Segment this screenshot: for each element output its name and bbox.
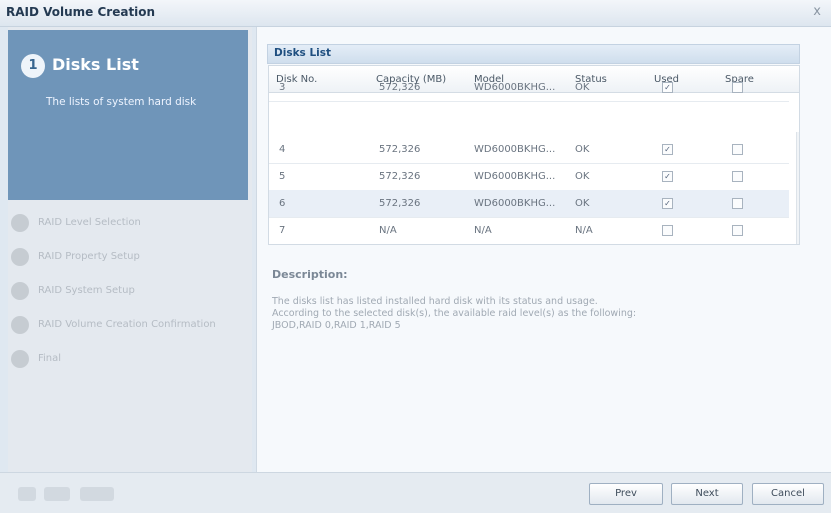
wizard-steps-panel: 1 Disks List The lists of system hard di… [8, 27, 252, 472]
footer-icon [18, 487, 36, 501]
spare-checkbox[interactable] [732, 198, 743, 209]
vertical-scroll-thumb[interactable] [799, 168, 800, 202]
spare-checkbox[interactable] [732, 144, 743, 155]
cell-disk-no: 3 [279, 82, 286, 93]
cell-status: OK [575, 144, 590, 155]
step-circle-icon [11, 350, 29, 368]
description-title: Description: [272, 268, 348, 281]
cell-capacity: 572,326 [379, 82, 421, 93]
cell-status: N/A [575, 225, 593, 236]
cell-disk-no: 6 [279, 198, 286, 209]
cell-model: WD6000BKHG... [474, 198, 556, 209]
cell-status: OK [575, 198, 590, 209]
step-label: Final [38, 353, 62, 364]
step-circle-icon [11, 248, 29, 266]
used-checkbox[interactable]: ✓ [662, 82, 673, 93]
cancel-button[interactable]: Cancel [752, 483, 824, 505]
disks-list-header: Disks List [267, 44, 800, 64]
cell-capacity: 572,326 [379, 144, 421, 155]
section-title: Disks List [274, 47, 332, 59]
used-checkbox[interactable]: ✓ [662, 144, 673, 155]
description-line: JBOD,RAID 0,RAID 1,RAID 5 [272, 320, 401, 331]
cell-status: OK [575, 171, 590, 182]
used-checkbox[interactable]: ✓ [662, 171, 673, 182]
content-panel: Disks List Disk No. Capacity (MB) Model … [256, 27, 831, 472]
spare-checkbox[interactable] [732, 171, 743, 182]
cell-model: WD6000BKHG... [474, 171, 556, 182]
close-icon[interactable]: x [813, 4, 821, 19]
footer-icon [44, 487, 70, 501]
table-row[interactable]: 5 572,326 WD6000BKHG... OK ✓ [269, 163, 789, 191]
window-title: RAID Volume Creation [6, 5, 156, 19]
step-circle-icon [11, 282, 29, 300]
next-button[interactable]: Next [671, 483, 743, 505]
cell-model: WD6000BKHG... [474, 144, 556, 155]
raid-volume-creation-dialog: RAID Volume Creation x 1 Disks List The … [0, 0, 831, 513]
footer-icon [80, 487, 114, 501]
table-row[interactable]: 7 N/A N/A N/A [269, 217, 789, 244]
step-label: RAID Level Selection [38, 217, 141, 228]
description-line: According to the selected disk(s), the a… [272, 308, 637, 319]
button-bar: Prev Next Cancel [0, 472, 831, 513]
spare-checkbox[interactable] [732, 82, 743, 93]
table-row-selected[interactable]: 6 572,326 WD6000BKHG... OK ✓ [269, 190, 789, 218]
active-step-title: Disks List [52, 55, 139, 74]
cell-disk-no: 7 [279, 225, 286, 236]
step-circle-icon [11, 214, 29, 232]
disks-grid: Disk No. Capacity (MB) Model Status Used… [268, 65, 800, 245]
step-label: RAID System Setup [38, 285, 135, 296]
cell-status: OK [575, 82, 590, 93]
vertical-scrollbar[interactable]: ▲ ▼ [796, 132, 800, 244]
cell-disk-no: 5 [279, 171, 286, 182]
step-number-badge: 1 [21, 54, 45, 78]
cell-model: N/A [474, 225, 492, 236]
cell-model: WD6000BKHG... [474, 82, 556, 93]
active-step: 1 Disks List The lists of system hard di… [8, 30, 248, 200]
used-checkbox[interactable]: ✓ [662, 198, 673, 209]
step-label: RAID Property Setup [38, 251, 140, 262]
description-line: The disks list has listed installed hard… [272, 296, 598, 307]
step-circle-icon [11, 316, 29, 334]
cell-capacity: 572,326 [379, 198, 421, 209]
cell-capacity: 572,326 [379, 171, 421, 182]
used-checkbox[interactable] [662, 225, 673, 236]
cell-capacity: N/A [379, 225, 397, 236]
active-step-description: The lists of system hard disk [46, 96, 197, 108]
step-label: RAID Volume Creation Confirmation [38, 319, 216, 330]
title-bar: RAID Volume Creation x [0, 0, 831, 27]
spare-checkbox[interactable] [732, 225, 743, 236]
prev-button[interactable]: Prev [589, 483, 663, 505]
table-row[interactable]: 3 572,326 WD6000BKHG... OK ✓ [269, 74, 789, 102]
table-row[interactable]: 4 572,326 WD6000BKHG... OK ✓ [269, 136, 789, 164]
cell-disk-no: 4 [279, 144, 286, 155]
